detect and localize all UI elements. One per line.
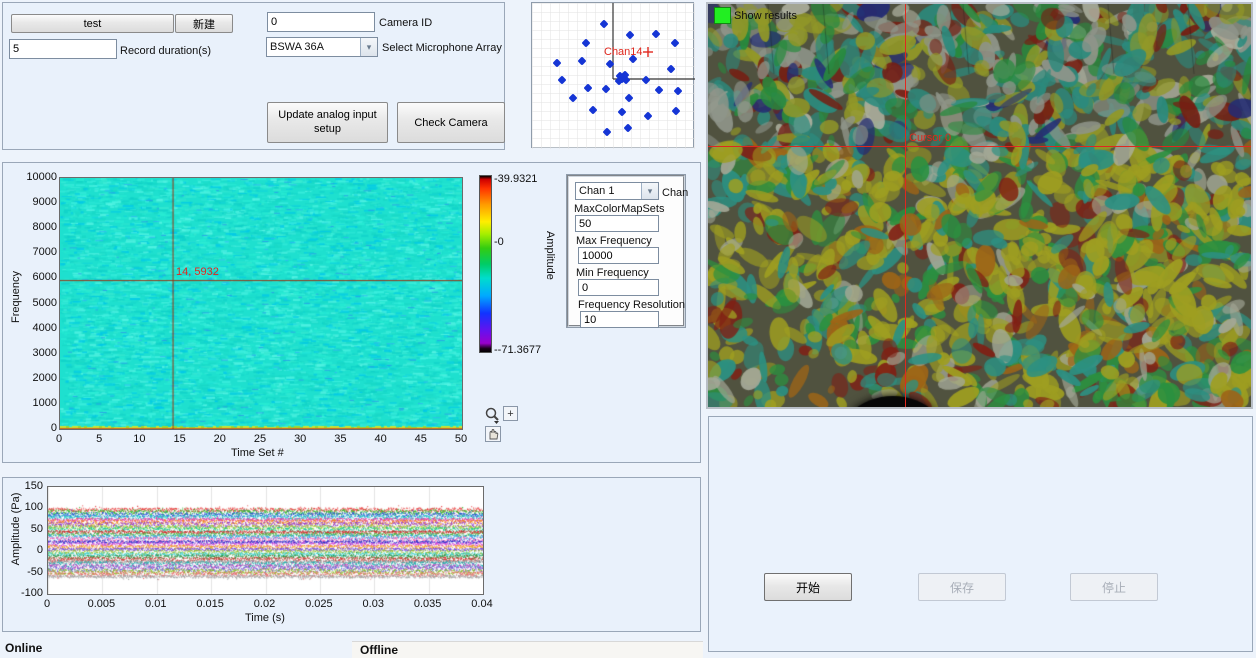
- tick-label: 100: [25, 501, 43, 513]
- tick-label: 0.01: [145, 598, 166, 610]
- tick-label: 2000: [33, 372, 57, 384]
- tick-label: 50: [455, 433, 467, 445]
- frequency-resolution-label: Frequency Resolution: [578, 299, 685, 311]
- tick-label: 0: [37, 544, 43, 556]
- mic-array-label: Select Microphone Array: [382, 42, 502, 54]
- tick-label: 7000: [33, 246, 57, 258]
- save-button[interactable]: 保存: [918, 573, 1006, 601]
- tick-label: 1000: [33, 397, 57, 409]
- mic-array-geometry: [532, 3, 695, 149]
- max-colormap-input[interactable]: 50: [575, 215, 659, 232]
- tick-label: 0.02: [254, 598, 275, 610]
- tick-label: 45: [415, 433, 427, 445]
- start-button[interactable]: 开始: [764, 573, 852, 601]
- tick-label: 0.035: [414, 598, 442, 610]
- tick-label: 6000: [33, 271, 57, 283]
- tick-label: 150: [25, 480, 43, 492]
- update-analog-button[interactable]: Update analog input setup: [267, 102, 388, 143]
- colorbar-max-label: -39.9321: [494, 173, 537, 185]
- new-session-button[interactable]: 新建: [175, 14, 233, 33]
- colorbar-min-label: --71.3677: [494, 344, 541, 356]
- max-frequency-label: Max Frequency: [576, 235, 652, 247]
- record-duration-label: Record duration(s): [120, 45, 211, 57]
- camera-cursor-vline[interactable]: [905, 4, 906, 407]
- mic-cursor-label: Chan14: [604, 46, 643, 58]
- show-results-label: Show results: [734, 10, 797, 22]
- colorbar: [479, 175, 492, 353]
- channel-settings-panel: Chan 1 ▾ Chan MaxColorMapSets 50 Max Fre…: [567, 175, 685, 327]
- waveform-plot[interactable]: [47, 486, 484, 595]
- spectrogram-xlabel: Time Set #: [231, 447, 284, 459]
- chevron-down-icon[interactable]: ▾: [641, 183, 658, 199]
- tick-label: 50: [31, 523, 43, 535]
- mic-array-value: BSWA 36A: [267, 40, 360, 54]
- tick-label: 0.025: [305, 598, 333, 610]
- tick-label: 25: [254, 433, 266, 445]
- tick-label: 20: [214, 433, 226, 445]
- online-status-label: Online: [5, 641, 42, 655]
- spectrogram-cursor-label: 14, 5932: [176, 266, 219, 278]
- tick-label: 5000: [33, 297, 57, 309]
- graph-tools: +: [484, 405, 520, 443]
- tick-label: 15: [173, 433, 185, 445]
- offline-status-label: Offline: [360, 643, 398, 657]
- tick-label: 4000: [33, 322, 57, 334]
- stop-button[interactable]: 停止: [1070, 573, 1158, 601]
- tick-label: 0: [44, 598, 50, 610]
- session-name-button[interactable]: test: [11, 14, 174, 33]
- mic-array-plot[interactable]: Chan14: [531, 2, 694, 148]
- camera-cursor-label: Cursor 0: [909, 132, 951, 144]
- channel-select-label: Chan: [662, 187, 688, 199]
- spectrogram-yticks: 0100020003000400050006000700080009000100…: [17, 177, 57, 428]
- tick-label: 0.015: [196, 598, 224, 610]
- channel-select[interactable]: Chan 1 ▾: [575, 182, 659, 200]
- min-frequency-label: Min Frequency: [576, 267, 649, 279]
- check-camera-button[interactable]: Check Camera: [397, 102, 505, 143]
- mic-array-select[interactable]: BSWA 36A ▾: [266, 37, 378, 57]
- tick-label: 8000: [33, 221, 57, 233]
- camera-cursor-hline[interactable]: [708, 146, 1251, 147]
- spectrogram-xticks: 05101520253035404550: [59, 433, 463, 445]
- tick-label: 0.03: [363, 598, 384, 610]
- camera-id-label: Camera ID: [379, 17, 432, 29]
- tick-label: 0.04: [471, 598, 492, 610]
- setup-panel: test 新建 5 Record duration(s) 0 Camera ID…: [2, 2, 505, 150]
- tick-label: -50: [27, 566, 43, 578]
- tick-label: 10: [133, 433, 145, 445]
- frequency-resolution-input[interactable]: 10: [580, 311, 659, 328]
- spectrogram-panel: Frequency 010002000300040005000600070008…: [2, 162, 701, 463]
- tick-label: 35: [334, 433, 346, 445]
- waveform-panel: Amplitude (Pa) -100-50050100150 00.0050.…: [2, 477, 701, 632]
- max-colormap-label: MaxColorMapSets: [574, 203, 664, 215]
- tick-label: 9000: [33, 196, 57, 208]
- tick-label: 0.005: [88, 598, 116, 610]
- max-frequency-input[interactable]: 10000: [578, 247, 659, 264]
- tick-label: 30: [294, 433, 306, 445]
- waveform-xlabel: Time (s): [245, 612, 285, 624]
- tick-label: 10000: [26, 171, 57, 183]
- camera-id-input[interactable]: 0: [267, 12, 375, 32]
- record-duration-input[interactable]: 5: [9, 39, 117, 59]
- channel-select-value: Chan 1: [576, 184, 641, 198]
- tick-label: 40: [374, 433, 386, 445]
- spectrogram-plot[interactable]: 14, 5932: [59, 177, 463, 430]
- tick-label: 3000: [33, 347, 57, 359]
- zoom-tool-icon[interactable]: [484, 407, 501, 424]
- offline-status-bar: Offline: [352, 641, 703, 658]
- min-frequency-input[interactable]: 0: [578, 279, 659, 296]
- waveform-xticks: 00.0050.010.0150.020.0250.030.0350.04: [47, 598, 484, 610]
- colorbar-title: Amplitude: [544, 231, 556, 280]
- tick-label: 0: [56, 433, 62, 445]
- pan-tool-icon[interactable]: [485, 426, 501, 442]
- show-results-checkbox[interactable]: [714, 7, 731, 24]
- acoustic-overlay-image: [708, 4, 1251, 407]
- colorbar-mid-label: -0: [494, 236, 504, 248]
- control-panel: 开始 保存 停止: [708, 416, 1253, 652]
- tick-label: -100: [21, 587, 43, 599]
- camera-view[interactable]: Cursor 0 Show results: [706, 2, 1253, 409]
- cursor-tool-icon[interactable]: +: [503, 406, 518, 421]
- waveform-yticks: -100-50050100150: [11, 486, 43, 593]
- chevron-down-icon[interactable]: ▾: [360, 38, 377, 56]
- tick-label: 5: [96, 433, 102, 445]
